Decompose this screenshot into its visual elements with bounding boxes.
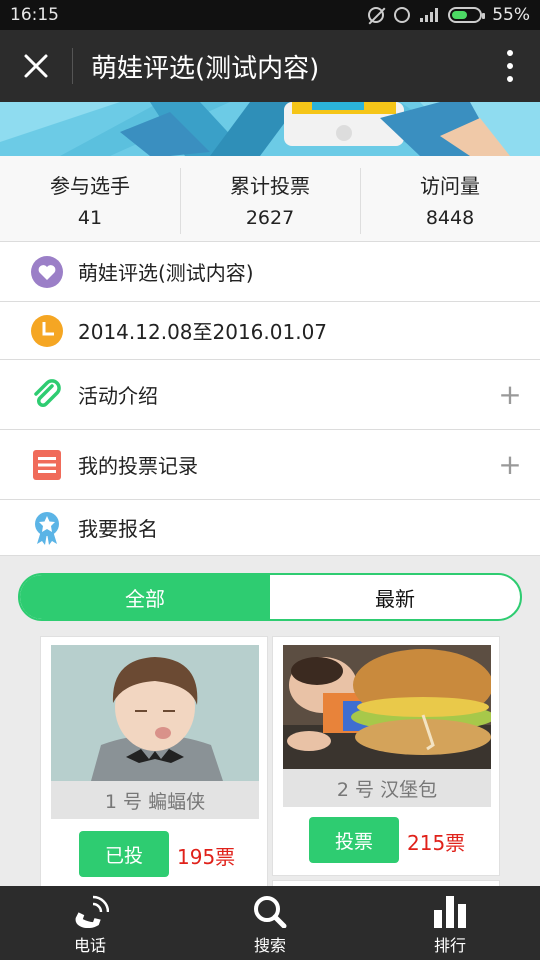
banner-illustration [0, 102, 540, 156]
paperclip-icon [30, 378, 64, 412]
title-divider [72, 48, 73, 84]
signal-icon [420, 8, 439, 22]
intro-row[interactable]: 活动介绍 + [0, 360, 540, 430]
contestant-name: 1 号 蝙蝠侠 [51, 781, 259, 819]
tab-all[interactable]: 全部 [20, 575, 270, 619]
event-name-row: 萌娃评选(测试内容) [0, 242, 540, 302]
filter-tabs: 全部 最新 [18, 573, 522, 621]
signup-label: 我要报名 [78, 517, 158, 541]
mute-icon [368, 7, 385, 23]
contestant-photo [51, 645, 259, 781]
stat-visits: 访问量 8448 [360, 156, 540, 241]
page-title: 萌娃评选(测试内容) [91, 53, 320, 84]
info-list: 萌娃评选(测试内容) 2014.12.08至2016.01.07 活动介绍 + … [0, 242, 540, 556]
battery-fill [452, 11, 467, 19]
clock-icon [30, 314, 64, 348]
list-icon [30, 448, 64, 482]
my-votes-row[interactable]: 我的投票记录 + [0, 430, 540, 500]
vote-count: 195票 [177, 845, 236, 869]
signup-row[interactable]: 我要报名 [0, 500, 540, 556]
status-time: 16:15 [10, 5, 59, 25]
stat-label: 参与选手 [50, 174, 130, 198]
stat-total-votes: 累计投票 2627 [180, 156, 360, 241]
status-icons: 55% [368, 5, 530, 25]
nav-ranking[interactable]: 排行 [360, 886, 540, 960]
battery-icon [448, 7, 486, 23]
vote-button[interactable]: 投票 [309, 817, 399, 863]
nav-label: 排行 [433, 936, 466, 955]
my-votes-label: 我的投票记录 [78, 454, 198, 478]
close-icon [24, 54, 48, 78]
event-name: 萌娃评选(测试内容) [78, 261, 254, 285]
award-badge-icon [30, 511, 64, 545]
bottom-nav: 电话 搜索 排行 [0, 886, 540, 960]
voted-button[interactable]: 已投 [79, 831, 169, 877]
close-button[interactable] [0, 30, 72, 102]
contestant-card[interactable]: 2 号 汉堡包 投票 215票 [272, 636, 500, 876]
status-bar: 16:15 55% [0, 0, 540, 30]
battery-percent: 55% [492, 5, 530, 25]
contestant-name: 2 号 汉堡包 [283, 769, 491, 807]
intro-label: 活动介绍 [78, 384, 158, 408]
stat-label: 累计投票 [230, 174, 310, 198]
contestant-photo [283, 645, 491, 769]
vote-count: 215票 [407, 831, 466, 855]
date-row: 2014.12.08至2016.01.07 [0, 302, 540, 360]
more-menu-button[interactable] [480, 30, 540, 102]
stat-participants: 参与选手 41 [0, 156, 180, 241]
nav-search[interactable]: 搜索 [180, 886, 360, 960]
alarm-icon [394, 7, 411, 23]
nav-label: 搜索 [253, 936, 286, 955]
stat-value: 41 [77, 207, 103, 229]
heart-icon [30, 255, 64, 289]
more-dot-icon [507, 76, 513, 82]
contestant-card[interactable]: 1 号 蝙蝠侠 已投 195票 [40, 636, 268, 896]
nav-label: 电话 [73, 936, 106, 955]
phone-icon [75, 895, 109, 928]
expand-icon[interactable]: + [480, 378, 540, 411]
event-date-range: 2014.12.08至2016.01.07 [78, 320, 328, 344]
stat-value: 8448 [425, 207, 475, 229]
banner-image [0, 102, 540, 156]
tab-latest[interactable]: 最新 [270, 575, 520, 619]
expand-icon[interactable]: + [480, 448, 540, 481]
stat-label: 访问量 [420, 174, 480, 198]
nav-phone[interactable]: 电话 [0, 886, 180, 960]
stat-value: 2627 [245, 207, 295, 229]
title-bar: 萌娃评选(测试内容) [0, 30, 540, 102]
stats-bar: 参与选手 41 累计投票 2627 访问量 8448 [0, 156, 540, 242]
more-dot-icon [507, 50, 513, 56]
search-icon [254, 896, 287, 928]
bar-chart-icon [434, 896, 466, 928]
more-dot-icon [507, 63, 513, 69]
